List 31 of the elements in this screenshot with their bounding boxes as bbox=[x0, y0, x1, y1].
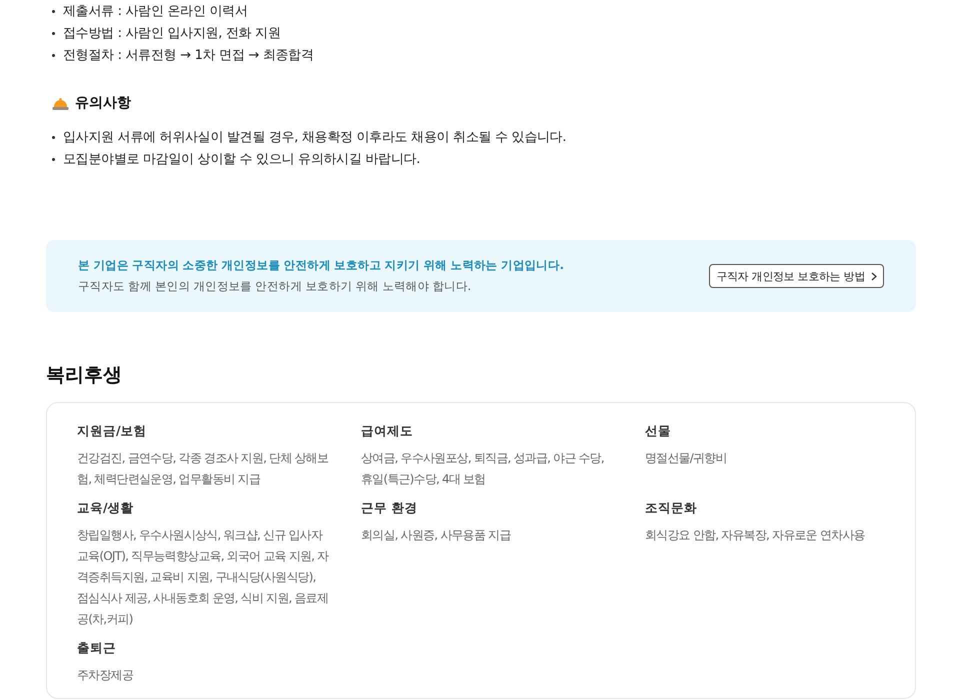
benefit-list: 창립일행사, 우수사원시상식, 워크샵, 신규 입사자 교육(OJT), 직무능력향상교육, 외국어 교육 지원, 자격증취득지원, 교육비 지원, 구내식당(사원식당), 점심식사 제공, 사내동호회 운영, 식비 지원, 음료제공(차,커피) bbox=[77, 525, 329, 630]
bell-icon bbox=[52, 96, 69, 110]
benefit-list: 상여금, 우수사원포상, 퇴직금, 성과급, 야근 수당, 휴일(특근)수당, 4대 보험 bbox=[361, 448, 613, 490]
note-item: 입사지원 서류에 허위사실이 발견될 경우, 채용확정 이후라도 채용이 취소될 수 있습니다. bbox=[63, 129, 566, 146]
bullet-icon bbox=[52, 54, 55, 56]
benefit-category: 근무 환경 bbox=[361, 500, 418, 517]
bullet-icon bbox=[52, 32, 55, 34]
benefit-category: 출퇴근 bbox=[77, 640, 117, 657]
benefit-category: 교육/생활 bbox=[77, 500, 135, 517]
benefit-category: 급여제도 bbox=[361, 423, 414, 440]
notice-headline: 본 기업은 구직자의 소중한 개인정보를 안전하게 보호하고 지키기 위해 노력하는 기업입니다. bbox=[78, 258, 564, 273]
info-item: 접수방법 : 사람인 입사지원, 전화 지원 bbox=[63, 25, 281, 42]
section-title: 복리후생 bbox=[46, 363, 123, 388]
benefit-category: 조직문화 bbox=[645, 500, 698, 517]
benefit-list: 주차장제공 bbox=[77, 665, 329, 686]
privacy-guide-button[interactable]: 구직자 개인정보 보호하는 방법 bbox=[709, 264, 884, 288]
notice-text: 구직자도 함께 본인의 개인정보를 안전하게 보호하기 위해 노력해야 합니다. bbox=[78, 279, 472, 294]
section-heading: 유의사항 bbox=[75, 94, 131, 112]
benefit-list: 회의실, 사원증, 사무용품 지급 bbox=[361, 525, 613, 546]
chevron-right-icon bbox=[871, 272, 877, 280]
info-item: 전형절차 : 서류전형 → 1차 면접 → 최종합격 bbox=[63, 47, 314, 64]
bullet-icon bbox=[52, 158, 55, 160]
note-item: 모집분야별로 마감일이 상이할 수 있으니 유의하시길 바랍니다. bbox=[63, 151, 420, 168]
benefit-category: 선물 bbox=[645, 423, 672, 440]
info-item: 제출서류 : 사람인 온라인 이력서 bbox=[63, 3, 248, 20]
bullet-icon bbox=[52, 136, 55, 138]
bullet-icon bbox=[52, 10, 55, 12]
benefit-category: 지원금/보험 bbox=[77, 423, 148, 440]
benefit-list: 회식강요 안함, 자유복장, 자유로운 연차사용 bbox=[645, 525, 897, 546]
benefit-list: 건강검진, 금연수당, 각종 경조사 지원, 단체 상해보험, 체력단련실운영, 업무활동비 지급 bbox=[77, 448, 329, 490]
benefit-list: 명절선물/귀향비 bbox=[645, 448, 897, 469]
